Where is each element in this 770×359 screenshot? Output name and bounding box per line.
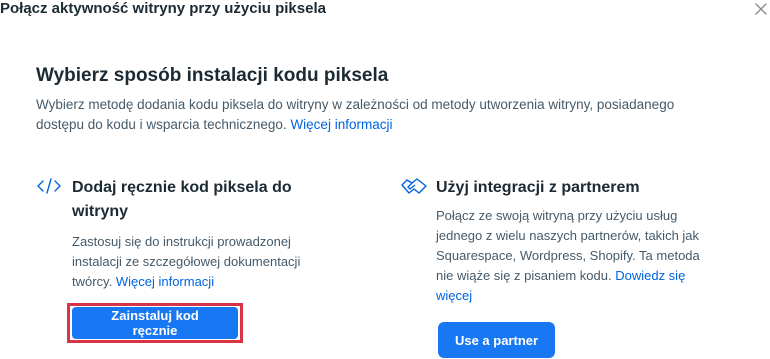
- pixel-dialog: Połącz aktywność witryny przy użyciu pik…: [0, 0, 770, 359]
- install-manually-button[interactable]: Zainstaluj kod ręcznie: [72, 307, 238, 339]
- use-partner-button[interactable]: Use a partner: [438, 322, 555, 358]
- manual-learn-more-link[interactable]: Więcej informacji: [116, 274, 214, 289]
- partner-integration-title: Użyj integracji z partnerem: [436, 179, 640, 196]
- partner-integration-description: Połącz ze swoją witryną przy użyciu usłu…: [436, 206, 706, 306]
- code-icon: [36, 176, 62, 196]
- close-icon[interactable]: [752, 0, 770, 18]
- manual-install-description: Zastosuj się do instrukcji prowadzonej i…: [72, 232, 334, 292]
- manual-install-title: Dodaj ręcznie kod piksela do witryny: [72, 179, 292, 220]
- section-description: Wybierz metodę dodania kodu piksela do w…: [36, 95, 716, 135]
- handshake-icon: [400, 176, 427, 196]
- dialog-title: Połącz aktywność witryny przy użyciu pik…: [0, 0, 326, 17]
- learn-more-link[interactable]: Więcej informacji: [290, 117, 392, 132]
- section-title: Wybierz sposób instalacji kodu piksela: [36, 65, 389, 86]
